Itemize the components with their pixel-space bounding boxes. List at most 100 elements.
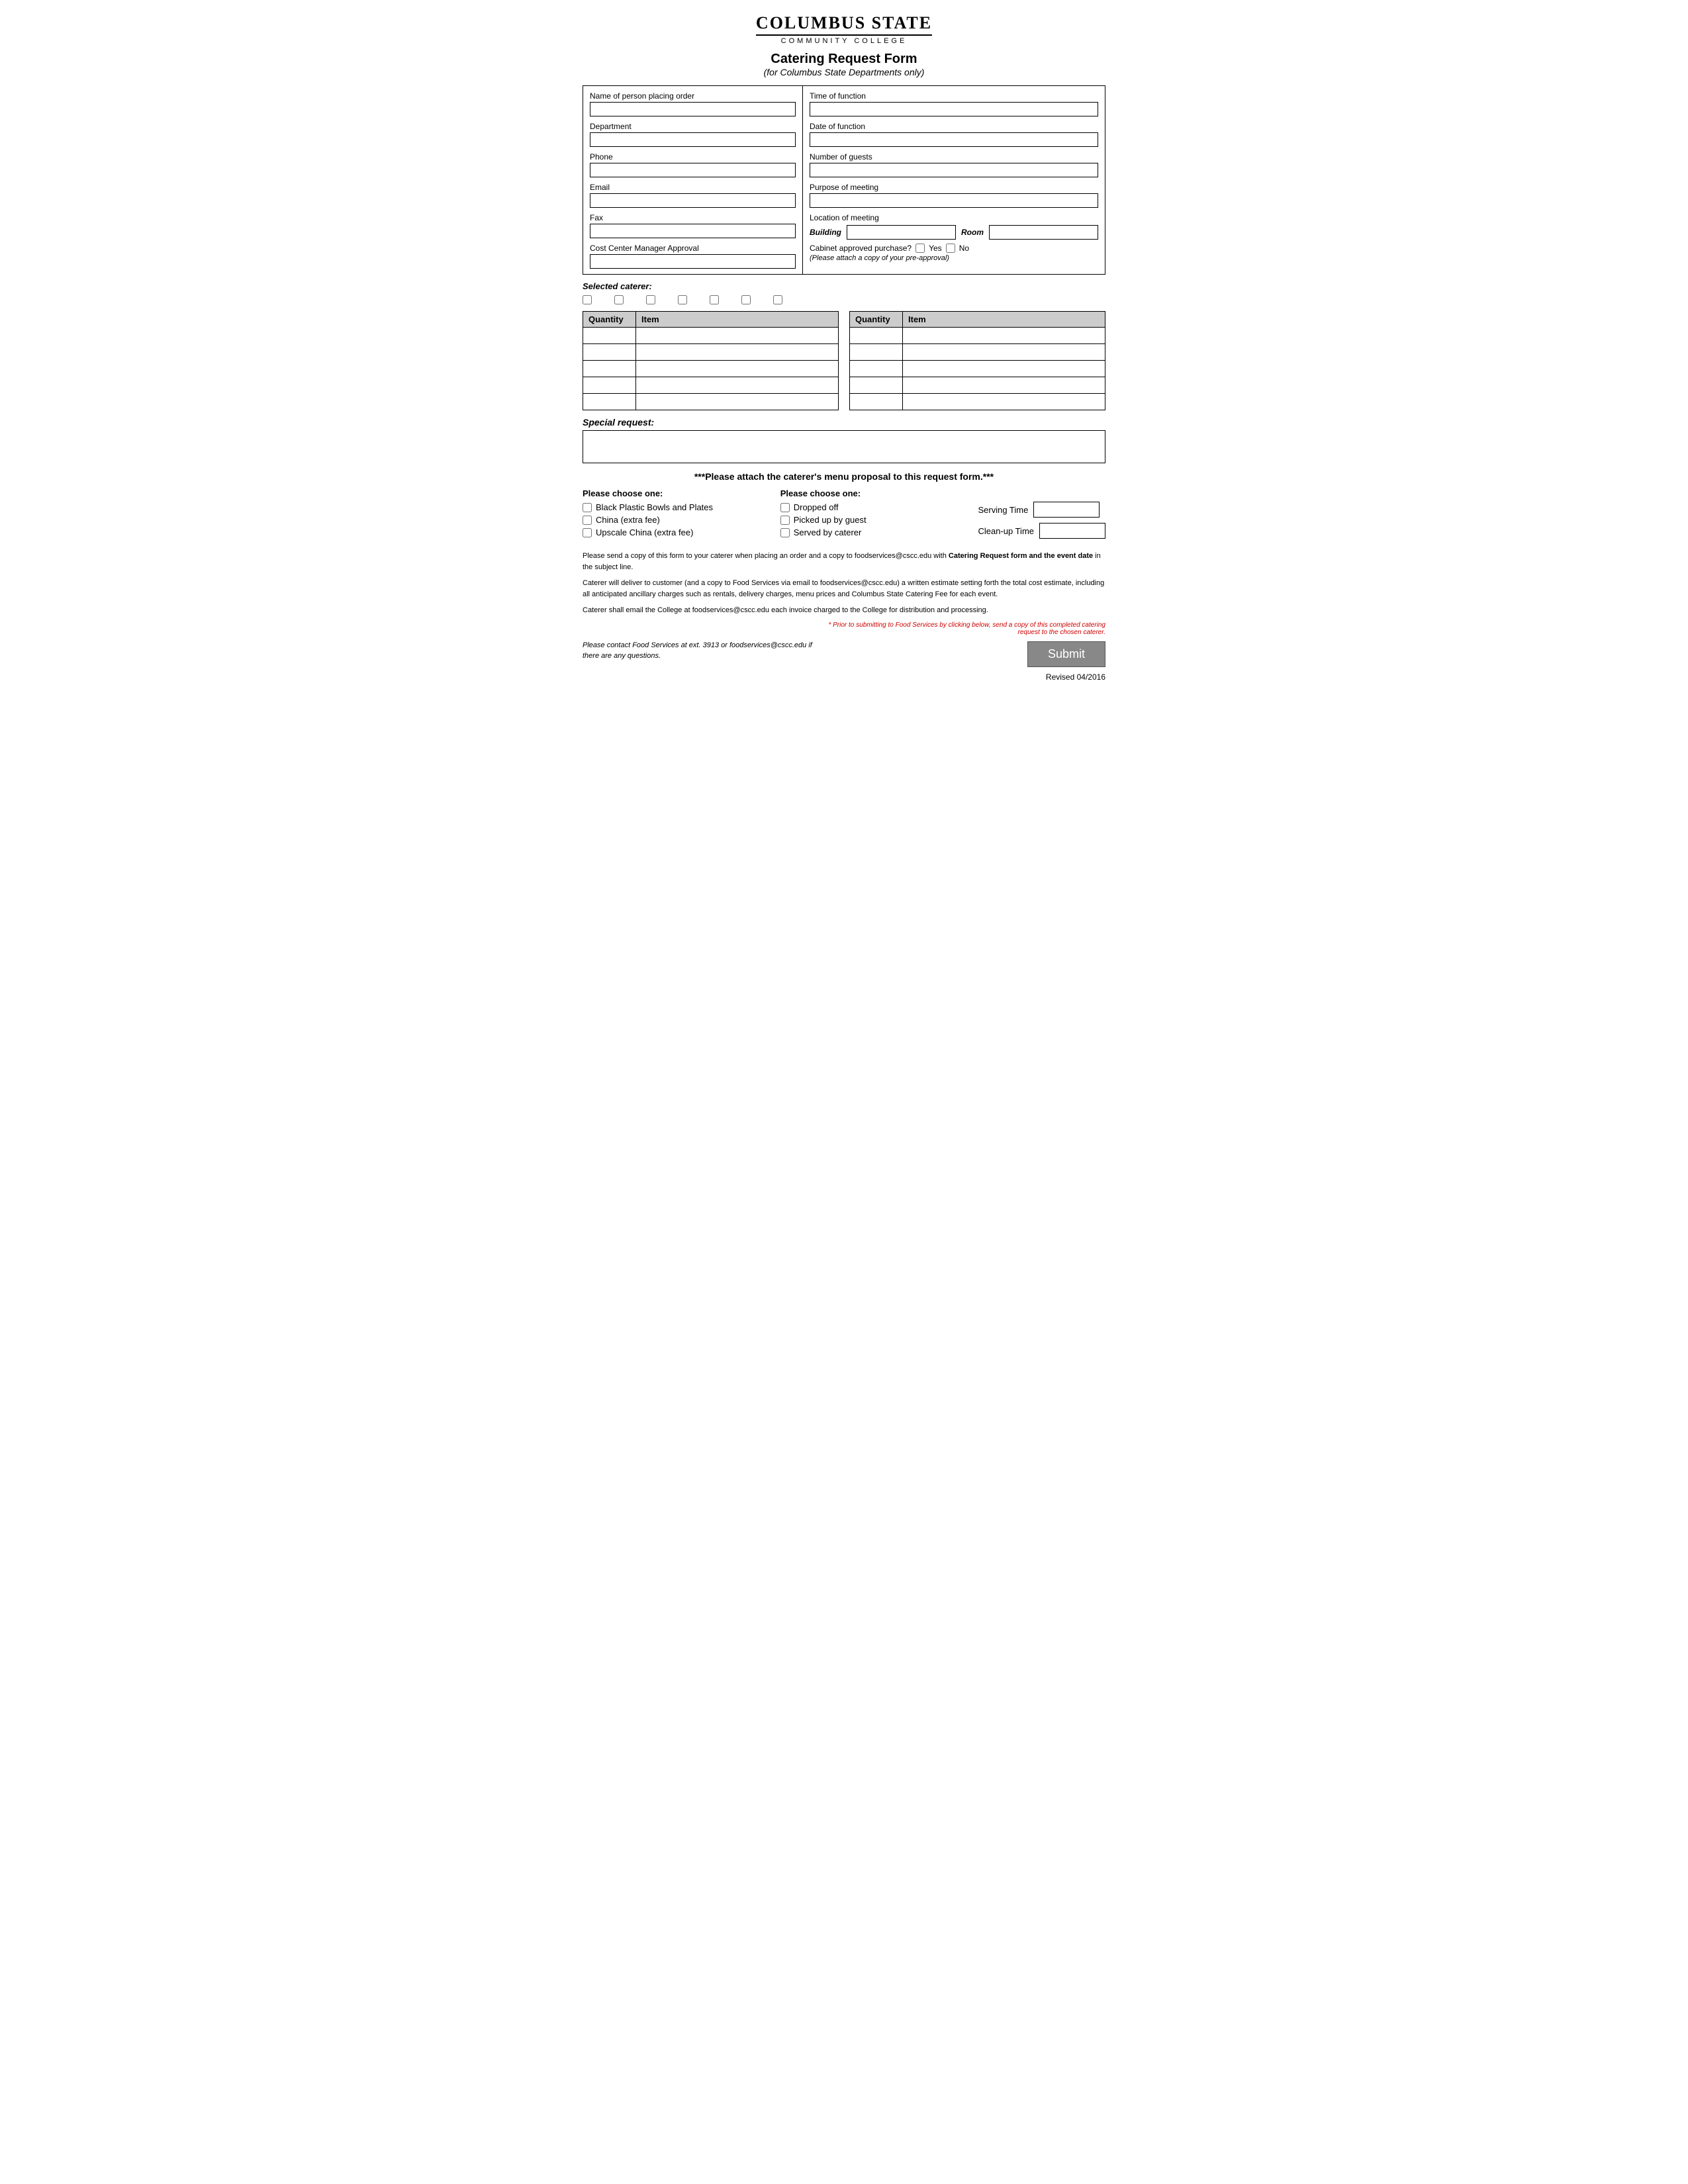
right-item-4[interactable] bbox=[903, 377, 1105, 393]
right-item-5[interactable] bbox=[903, 394, 1105, 410]
serving-time-row: Serving Time bbox=[978, 502, 1105, 518]
right-order-table: Quantity Item bbox=[849, 311, 1105, 410]
choose-left-checkbox-1[interactable] bbox=[583, 503, 592, 512]
right-item-3[interactable] bbox=[903, 361, 1105, 377]
building-input[interactable] bbox=[847, 225, 956, 240]
left-qty-1[interactable] bbox=[583, 328, 635, 343]
location-row: Building Room bbox=[810, 225, 1098, 240]
fax-label: Fax bbox=[590, 213, 796, 222]
caterer-checkbox-1[interactable] bbox=[583, 295, 592, 304]
caterer-item-3 bbox=[646, 295, 658, 304]
right-qty-3[interactable] bbox=[850, 361, 902, 377]
table-row bbox=[583, 361, 839, 377]
special-request-label: Special request: bbox=[583, 417, 1105, 428]
form-title: Catering Request Form bbox=[583, 52, 1105, 67]
table-row bbox=[850, 394, 1105, 410]
table-row bbox=[583, 328, 839, 344]
name-input[interactable] bbox=[590, 102, 796, 116]
caterer-checkbox-7[interactable] bbox=[773, 295, 782, 304]
left-item-5[interactable] bbox=[636, 394, 838, 410]
special-request-box[interactable] bbox=[583, 430, 1105, 463]
left-item-2[interactable] bbox=[636, 344, 838, 360]
name-label: Name of person placing order bbox=[590, 91, 796, 101]
guests-label: Number of guests bbox=[810, 152, 1098, 161]
right-qty-1[interactable] bbox=[850, 328, 902, 343]
room-input[interactable] bbox=[989, 225, 1098, 240]
serving-section: Serving Time Clean-up Time bbox=[978, 488, 1105, 539]
cleanup-time-input[interactable] bbox=[1039, 523, 1105, 539]
cabinet-yes-checkbox[interactable] bbox=[915, 244, 925, 253]
choose-left-checkbox-3[interactable] bbox=[583, 528, 592, 537]
right-qty-4[interactable] bbox=[850, 377, 902, 393]
left-item-1[interactable] bbox=[636, 328, 838, 343]
right-item-header: Item bbox=[903, 312, 1105, 328]
left-order-table: Quantity Item bbox=[583, 311, 839, 410]
choose-section-left: Please choose one: Black Plastic Bowls a… bbox=[583, 488, 767, 540]
choose-left-label-3: Upscale China (extra fee) bbox=[596, 527, 693, 537]
choose-right-label-2: Picked up by guest bbox=[794, 515, 867, 525]
caterer-checkbox-5[interactable] bbox=[710, 295, 719, 304]
choose-left-item-1: Black Plastic Bowls and Plates bbox=[583, 502, 767, 512]
caterer-label: Selected caterer: bbox=[583, 281, 652, 291]
left-qty-5[interactable] bbox=[583, 394, 635, 410]
department-input[interactable] bbox=[590, 132, 796, 147]
left-qty-3[interactable] bbox=[583, 361, 635, 377]
department-label: Department bbox=[590, 122, 796, 131]
room-label: Room bbox=[961, 228, 984, 237]
date-input[interactable] bbox=[810, 132, 1098, 147]
guests-input[interactable] bbox=[810, 163, 1098, 177]
right-qty-2[interactable] bbox=[850, 344, 902, 360]
choose-section-right: Please choose one: Dropped off Picked up… bbox=[780, 488, 965, 540]
info-para-3: Caterer shall email the College at foods… bbox=[583, 605, 1105, 616]
header: Columbus State Community College bbox=[583, 13, 1105, 45]
serving-time-label: Serving Time bbox=[978, 505, 1028, 515]
right-item-1[interactable] bbox=[903, 328, 1105, 343]
caterer-item-6 bbox=[741, 295, 753, 304]
right-item-2[interactable] bbox=[903, 344, 1105, 360]
left-qty-header: Quantity bbox=[583, 312, 636, 328]
choose-right-checkbox-3[interactable] bbox=[780, 528, 790, 537]
cabinet-row: Cabinet approved purchase? Yes No bbox=[810, 244, 1098, 253]
left-qty-4[interactable] bbox=[583, 377, 635, 393]
building-label: Building bbox=[810, 228, 841, 237]
left-item-4[interactable] bbox=[636, 377, 838, 393]
caterer-item-5 bbox=[710, 295, 722, 304]
purpose-label: Purpose of meeting bbox=[810, 183, 1098, 192]
caterer-checkbox-4[interactable] bbox=[678, 295, 687, 304]
purpose-input[interactable] bbox=[810, 193, 1098, 208]
college-name: Community College bbox=[583, 37, 1105, 45]
submit-button[interactable]: Submit bbox=[1027, 641, 1105, 667]
table-row bbox=[583, 377, 839, 394]
cleanup-time-row: Clean-up Time bbox=[978, 523, 1105, 539]
phone-input[interactable] bbox=[590, 163, 796, 177]
revised-text: Revised 04/2016 bbox=[583, 672, 1105, 682]
caterer-item-1 bbox=[583, 295, 594, 304]
choose-right-checkbox-2[interactable] bbox=[780, 516, 790, 525]
left-qty-2[interactable] bbox=[583, 344, 635, 360]
footer-note: Please contact Food Services at ext. 391… bbox=[583, 640, 822, 662]
choose-right-title: Please choose one: bbox=[780, 488, 965, 498]
email-label: Email bbox=[590, 183, 796, 192]
caterer-item-4 bbox=[678, 295, 690, 304]
submit-row: Submit bbox=[822, 641, 1105, 667]
cost-center-input[interactable] bbox=[590, 254, 796, 269]
choose-right-checkbox-1[interactable] bbox=[780, 503, 790, 512]
cabinet-label: Cabinet approved purchase? bbox=[810, 244, 912, 253]
right-qty-5[interactable] bbox=[850, 394, 902, 410]
serving-time-input[interactable] bbox=[1033, 502, 1100, 518]
info-para-2: Caterer will deliver to customer (and a … bbox=[583, 578, 1105, 600]
choose-right-label-1: Dropped off bbox=[794, 502, 839, 512]
location-label: Location of meeting bbox=[810, 213, 1098, 222]
choose-left-item-2: China (extra fee) bbox=[583, 515, 767, 525]
choose-left-checkbox-2[interactable] bbox=[583, 516, 592, 525]
email-input[interactable] bbox=[590, 193, 796, 208]
caterer-checkbox-2[interactable] bbox=[614, 295, 624, 304]
time-label: Time of function bbox=[810, 91, 1098, 101]
table-row bbox=[850, 377, 1105, 394]
left-item-3[interactable] bbox=[636, 361, 838, 377]
fax-input[interactable] bbox=[590, 224, 796, 238]
caterer-checkbox-6[interactable] bbox=[741, 295, 751, 304]
cabinet-no-checkbox[interactable] bbox=[946, 244, 955, 253]
time-input[interactable] bbox=[810, 102, 1098, 116]
caterer-checkbox-3[interactable] bbox=[646, 295, 655, 304]
